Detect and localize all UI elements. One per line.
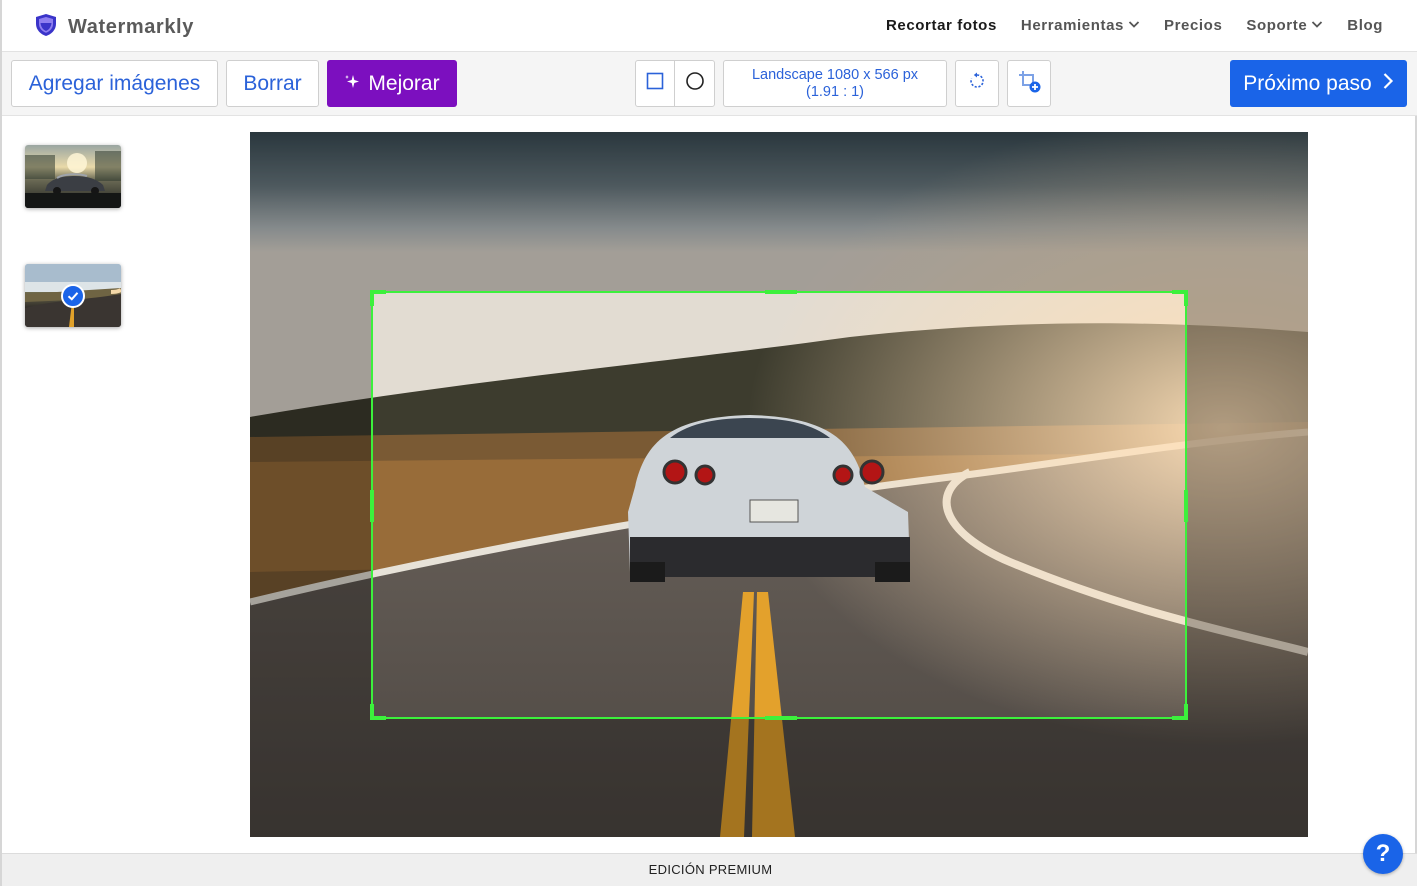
premium-edition-bar: EDICIÓN PREMIUM bbox=[2, 853, 1417, 886]
selected-check-icon bbox=[61, 284, 85, 308]
shield-logo-icon bbox=[34, 13, 58, 42]
add-images-button[interactable]: Agregar imágenes bbox=[11, 60, 218, 107]
square-icon bbox=[646, 72, 664, 95]
rotate-icon bbox=[967, 71, 987, 96]
car-thumbnail-icon bbox=[25, 151, 121, 208]
aspect-ratio-value: (1.91 : 1) bbox=[805, 83, 865, 100]
nav-label: Recortar fotos bbox=[885, 17, 997, 34]
app-window: Watermarkly Recortar fotos Herramientas … bbox=[0, 0, 1417, 886]
aspect-ratio-size: Landscape 1080 x 566 px bbox=[751, 66, 919, 83]
rotate-button[interactable] bbox=[955, 60, 999, 107]
delete-button[interactable]: Borrar bbox=[226, 60, 319, 107]
chevron-right-icon bbox=[1382, 72, 1394, 96]
crop-selection-box[interactable] bbox=[370, 290, 1188, 720]
nav-label: Blog bbox=[1347, 17, 1383, 34]
chevron-down-icon bbox=[1128, 17, 1140, 34]
nav-pricing[interactable]: Precios bbox=[1164, 17, 1222, 34]
crop-handle-bottom-left-vertical[interactable] bbox=[370, 704, 374, 720]
nav-label: Herramientas bbox=[1020, 17, 1124, 34]
crop-handle-left[interactable] bbox=[370, 490, 374, 522]
nav-label: Precios bbox=[1163, 17, 1223, 34]
top-navigation: Watermarkly Recortar fotos Herramientas … bbox=[2, 0, 1417, 52]
app-name: Watermarkly bbox=[68, 16, 194, 38]
circle-crop-button[interactable] bbox=[674, 60, 715, 107]
image-canvas[interactable] bbox=[250, 132, 1308, 837]
editor-toolbar: Agregar imágenes Borrar Mejorar Landscap… bbox=[2, 52, 1417, 116]
sparkle-icon bbox=[344, 72, 360, 96]
crop-handle-right[interactable] bbox=[1184, 490, 1188, 522]
enhance-label: Mejorar bbox=[368, 71, 440, 95]
nav-support[interactable]: Soporte bbox=[1246, 17, 1323, 34]
crop-handle-top-left-vertical[interactable] bbox=[370, 290, 374, 306]
chevron-down-icon bbox=[1311, 17, 1323, 34]
aspect-ratio-selector[interactable]: Landscape 1080 x 566 px (1.91 : 1) bbox=[723, 60, 947, 107]
rectangle-crop-button[interactable] bbox=[635, 60, 675, 107]
crop-handle-bottom-right-vertical[interactable] bbox=[1184, 704, 1188, 720]
next-step-button[interactable]: Próximo paso bbox=[1230, 60, 1407, 107]
premium-edition-label: EDICIÓN PREMIUM bbox=[648, 862, 773, 877]
logo[interactable]: Watermarkly bbox=[34, 13, 194, 42]
enhance-button[interactable]: Mejorar bbox=[327, 60, 457, 107]
thumbnail-car-photo[interactable] bbox=[25, 145, 121, 208]
crop-add-icon bbox=[1017, 69, 1041, 98]
main-nav: Recortar fotos Herramientas Precios Sopo… bbox=[886, 17, 1383, 34]
crop-handle-top-right-vertical[interactable] bbox=[1184, 290, 1188, 306]
crop-handle-bottom[interactable] bbox=[765, 716, 797, 720]
circle-icon bbox=[685, 71, 705, 96]
thumbnail-road-photo[interactable] bbox=[25, 264, 121, 327]
nav-crop-photos[interactable]: Recortar fotos bbox=[886, 17, 997, 34]
add-crop-button[interactable] bbox=[1007, 60, 1051, 107]
nav-label: Soporte bbox=[1246, 17, 1308, 34]
help-button[interactable]: ? bbox=[1363, 834, 1403, 874]
next-step-label: Próximo paso bbox=[1243, 71, 1372, 95]
nav-blog[interactable]: Blog bbox=[1347, 17, 1383, 34]
nav-tools[interactable]: Herramientas bbox=[1021, 17, 1140, 34]
crop-handle-top[interactable] bbox=[765, 290, 797, 294]
